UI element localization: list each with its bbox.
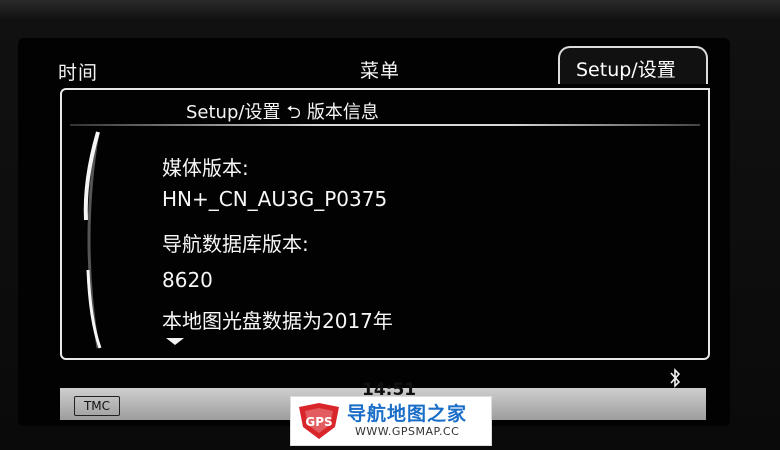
scroll-down-arrow-icon[interactable]: [166, 338, 184, 345]
tab-time[interactable]: 时间: [58, 58, 98, 85]
watermark-url: WWW.GPSMAP.CC: [355, 425, 460, 438]
bluetooth-icon: [670, 368, 681, 388]
watermark-title: 导航地图之家: [347, 403, 468, 425]
tab-setup[interactable]: Setup/设置: [558, 46, 708, 84]
tmc-indicator: TMC: [74, 396, 120, 416]
breadcrumb-current: 版本信息: [306, 102, 379, 123]
media-version-label: 媒体版本:: [162, 156, 249, 180]
watermark-banner: GPS 导航地图之家 WWW.GPSMAP.CC: [290, 396, 492, 446]
header-divider: [70, 124, 700, 126]
tab-setup-label: Setup/设置: [576, 59, 676, 81]
media-version-value: HN+_CN_AU3G_P0375: [162, 187, 388, 211]
tab-menu[interactable]: 菜单: [360, 56, 400, 83]
breadcrumb-parent[interactable]: Setup/设置: [186, 102, 280, 123]
nav-database-label: 导航数据库版本:: [162, 232, 309, 256]
gps-logo-icon: GPS: [299, 403, 339, 439]
scroll-indicator[interactable]: [72, 130, 112, 350]
nav-database-value: 8620: [162, 268, 213, 292]
svg-text:GPS: GPS: [305, 415, 332, 429]
map-disc-note: 本地图光盘数据为2017年: [162, 309, 393, 333]
